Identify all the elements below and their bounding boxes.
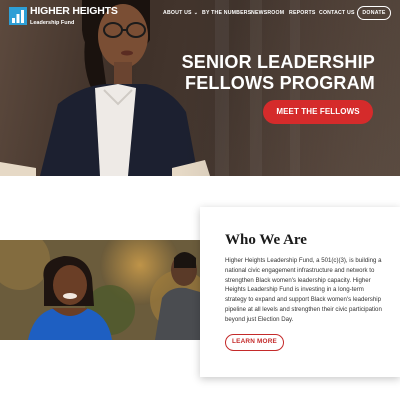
logo-icon — [9, 7, 27, 25]
nav-newsroom[interactable]: NEWSROOM — [251, 10, 284, 18]
logo-wordmark: HIGHER HEIGHTS — [30, 5, 118, 17]
who-we-are-card: Who We Are Higher Heights Leadership Fun… — [200, 207, 400, 377]
section-title: Who We Are — [225, 232, 307, 248]
brand-logo[interactable]: HIGHER HEIGHTS Leadership Fund — [9, 6, 118, 30]
logo-tagline: Leadership Fund — [30, 20, 75, 26]
about-photo — [0, 240, 218, 340]
donate-button[interactable]: DONATE — [357, 6, 391, 20]
nav-reports[interactable]: REPORTS — [289, 10, 315, 18]
learn-more-button[interactable]: LEARN MORE — [225, 334, 284, 351]
hero-banner: HIGHER HEIGHTS Leadership Fund ABOUT US ⌄… — [0, 0, 400, 176]
chevron-down-icon: ⌄ — [193, 10, 199, 16]
nav-about-us[interactable]: ABOUT US ⌄ — [163, 10, 198, 18]
meet-the-fellows-button[interactable]: MEET THE FELLOWS — [263, 100, 373, 124]
nav-by-the-numbers[interactable]: BY THE NUMBERS — [202, 10, 251, 18]
nav-contact-us[interactable]: CONTACT US — [319, 10, 355, 18]
hero-title: SENIOR LEADERSHIP FELLOWS PROGRAM — [181, 52, 375, 93]
section-body-text: Higher Heights Leadership Fund, a 501(c)… — [225, 257, 382, 323]
